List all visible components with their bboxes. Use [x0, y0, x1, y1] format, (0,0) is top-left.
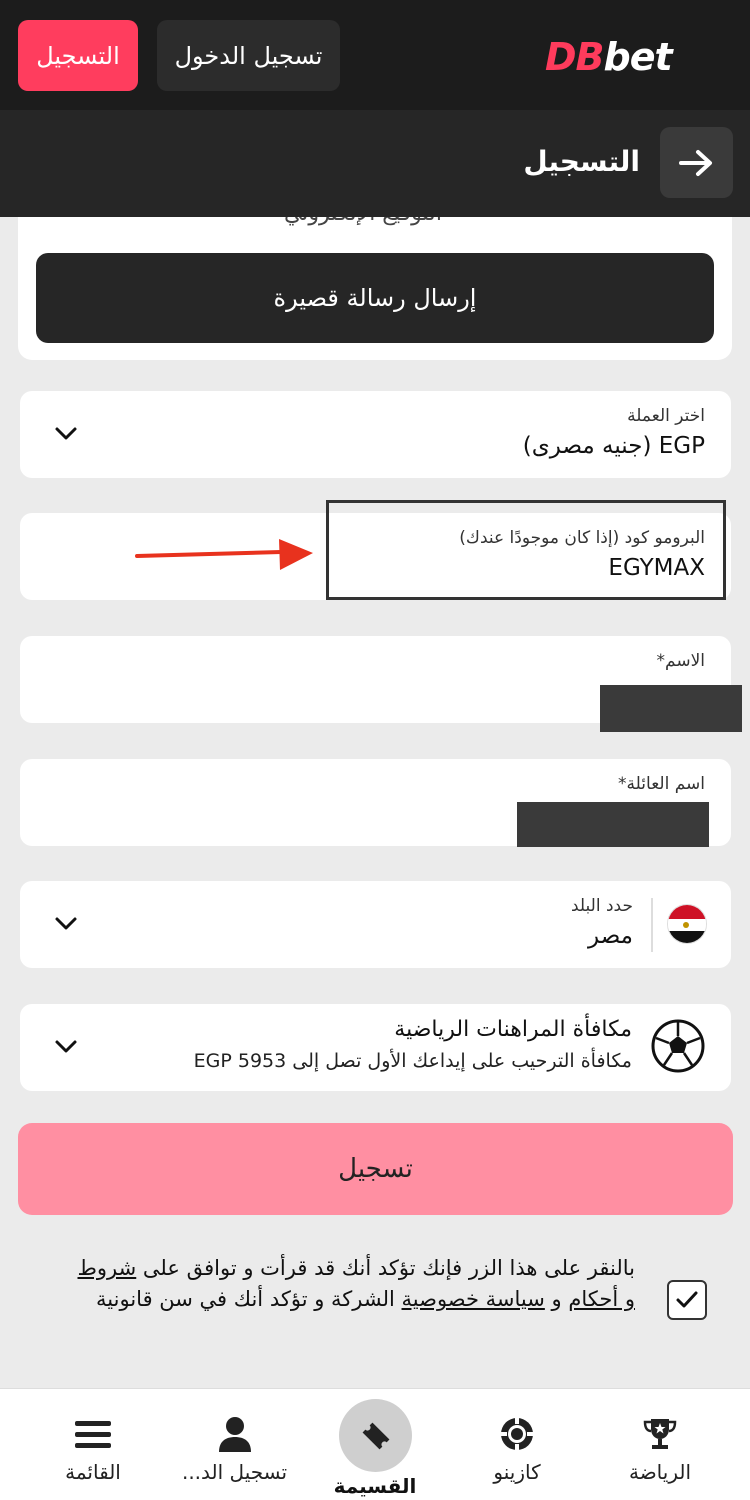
promo-highlight-box [326, 500, 726, 600]
last-name-label: اسم العائلة* [618, 774, 705, 794]
partial-text: التوقيع الإلكتروني [284, 217, 442, 226]
menu-icon [73, 1414, 113, 1454]
dbbet-logo[interactable]: DBbet [545, 35, 717, 79]
soccer-ball-icon [651, 1019, 705, 1073]
country-select[interactable]: حدد البلد مصر [20, 881, 731, 968]
send-sms-button[interactable]: إرسال رسالة قصيرة [36, 253, 714, 343]
chevron-down-icon [55, 427, 77, 440]
submit-register-button[interactable]: تسجيل [18, 1123, 733, 1215]
currency-label: اختر العملة [627, 406, 705, 426]
nav-menu[interactable]: القائمة [48, 1388, 138, 1500]
chevron-down-icon [55, 1040, 77, 1053]
bonus-title: مكافأة المراهنات الرياضية [394, 1017, 632, 1042]
nav-coupon-label: القسيمة [333, 1474, 417, 1498]
egypt-flag-icon [667, 904, 707, 944]
nav-sports[interactable]: الرياضة [610, 1388, 710, 1500]
nav-casino[interactable]: كازينو [467, 1388, 567, 1500]
red-arrow-annotation [135, 539, 313, 570]
terms-part2: الشركة و تؤكد أنك في سن قانونية [96, 1287, 402, 1311]
back-button[interactable] [660, 127, 733, 198]
country-value: مصر [588, 923, 633, 949]
login-button[interactable]: تسجيل الدخول [157, 20, 340, 91]
nav-menu-label: القائمة [65, 1460, 121, 1484]
nav-sports-label: الرياضة [628, 1460, 692, 1484]
country-label: حدد البلد [571, 896, 633, 916]
ticket-icon [362, 1422, 389, 1449]
bonus-subtitle: مكافأة الترحيب على إيداعك الأول تصل إلى … [193, 1050, 632, 1072]
arrow-right-icon [678, 149, 712, 176]
nav-coupon[interactable] [339, 1399, 412, 1472]
redacted-first-name [600, 685, 742, 732]
terms-part1: بالنقر على هذا الزر فإنك تؤكد أنك قد قرأ… [136, 1256, 635, 1280]
chevron-down-icon [55, 917, 77, 930]
register-button[interactable]: التسجيل [18, 20, 138, 91]
checkmark-icon [676, 1291, 698, 1308]
nav-casino-label: كازينو [493, 1460, 541, 1484]
terms-mid: و [544, 1287, 569, 1311]
divider [651, 898, 653, 952]
terms-text: بالنقر على هذا الزر فإنك تؤكد أنك قد قرأ… [70, 1253, 636, 1315]
casino-chip-icon [497, 1414, 537, 1454]
trophy-icon [640, 1414, 680, 1454]
user-icon [215, 1414, 255, 1454]
redacted-last-name [517, 802, 709, 847]
nav-login-label: تسجيل الد... [181, 1460, 288, 1484]
terms-checkbox[interactable] [667, 1280, 707, 1320]
nav-login[interactable]: تسجيل الد... [172, 1388, 297, 1500]
page-title: التسجيل [523, 145, 640, 178]
currency-value: EGP (جنيه مصرى) [522, 433, 705, 459]
privacy-link[interactable]: سياسة خصوصية [402, 1287, 545, 1311]
first-name-label: الاسم* [656, 651, 705, 671]
currency-select[interactable]: اختر العملة EGP (جنيه مصرى) [20, 391, 731, 478]
